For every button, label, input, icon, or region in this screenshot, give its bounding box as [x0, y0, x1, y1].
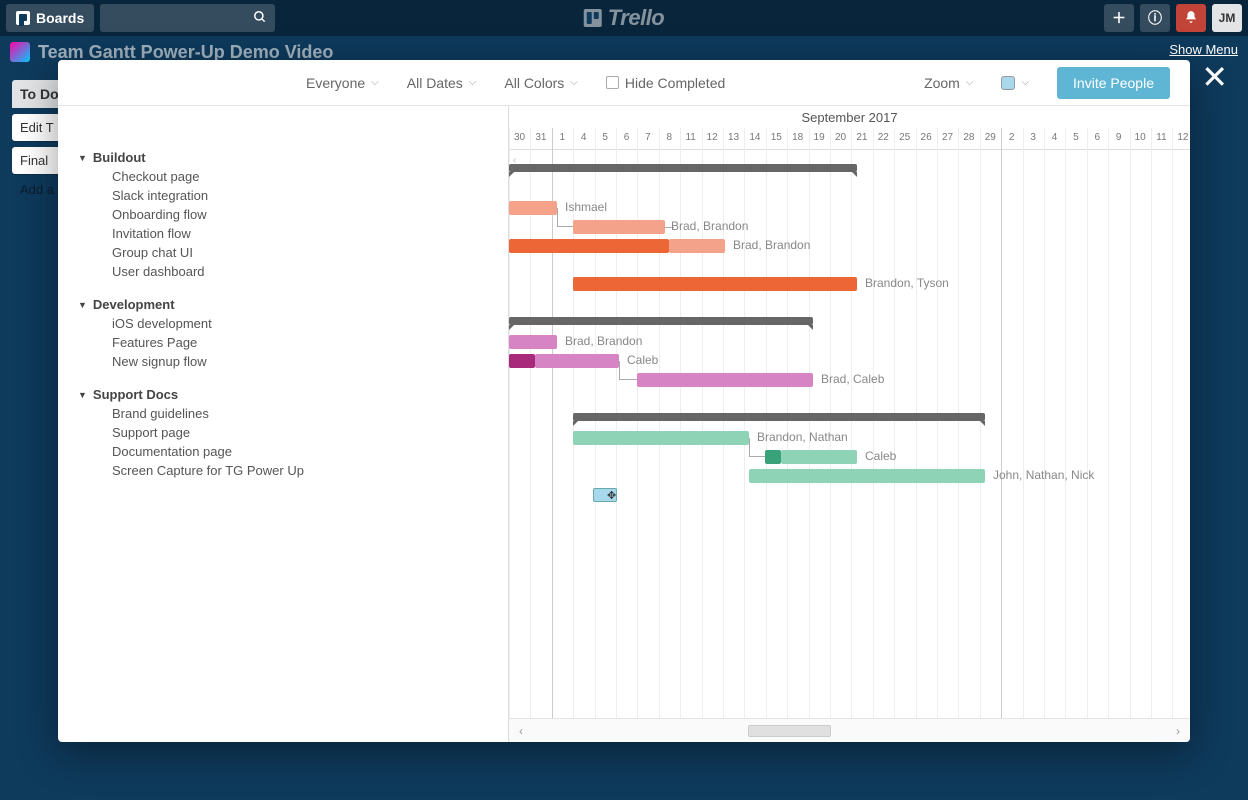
task-sidebar: ▼Buildout Checkout page Slack integratio…: [58, 106, 508, 742]
task-row[interactable]: Features Page: [78, 333, 508, 352]
task-bar[interactable]: [637, 373, 813, 387]
task-row[interactable]: Checkout page: [78, 167, 508, 186]
summary-bar-development[interactable]: [509, 317, 813, 325]
color-picker[interactable]: ⌵: [1001, 76, 1029, 90]
info-icon: ⓘ: [1148, 8, 1162, 28]
task-bar[interactable]: [573, 277, 857, 291]
task-row[interactable]: Slack integration: [78, 186, 508, 205]
chevron-down-icon: ⌵: [570, 77, 578, 88]
timeline[interactable]: September 2017 3031145678111213141518192…: [508, 106, 1190, 742]
task-bar[interactable]: [509, 239, 669, 253]
gantt-toolbar: Everyone⌵ All Dates⌵ All Colors⌵ Hide Co…: [58, 60, 1190, 106]
trello-logo: Trello: [584, 5, 665, 31]
boards-button[interactable]: Boards: [6, 4, 94, 32]
filter-dates[interactable]: All Dates⌵: [407, 75, 477, 91]
gantt-area: ▼Buildout Checkout page Slack integratio…: [58, 106, 1190, 742]
show-menu-link[interactable]: Show Menu: [1169, 42, 1238, 57]
scroll-left-button[interactable]: ‹: [509, 724, 533, 738]
plus-icon: ＋: [1112, 8, 1126, 28]
search-input[interactable]: [100, 4, 275, 32]
collapse-icon: ▼: [78, 300, 87, 310]
add-button[interactable]: ＋: [1104, 4, 1134, 32]
task-row[interactable]: Screen Capture for TG Power Up: [78, 461, 508, 480]
task-bar[interactable]: [535, 354, 619, 368]
hide-completed-toggle[interactable]: Hide Completed: [606, 75, 725, 91]
task-bar[interactable]: [509, 354, 535, 368]
checkbox-icon: [606, 76, 619, 89]
bell-icon: [1184, 10, 1198, 27]
task-row[interactable]: New signup flow: [78, 352, 508, 371]
color-swatch-icon: [1001, 76, 1015, 90]
close-icon: ✕: [1201, 59, 1228, 95]
assignee-label: Caleb: [865, 449, 896, 463]
task-row[interactable]: Invitation flow: [78, 224, 508, 243]
task-row[interactable]: Support page: [78, 423, 508, 442]
summary-bar-buildout[interactable]: [509, 164, 857, 172]
move-cursor-icon: ✥: [607, 489, 616, 502]
task-bar[interactable]: [509, 335, 557, 349]
group-header-support[interactable]: ▼Support Docs: [78, 387, 508, 402]
assignee-label: Brad, Brandon: [733, 238, 810, 252]
task-bar[interactable]: [573, 431, 749, 445]
month-label: September 2017: [509, 110, 1190, 125]
chevron-down-icon: ⌵: [371, 77, 379, 88]
gantt-modal: Everyone⌵ All Dates⌵ All Colors⌵ Hide Co…: [58, 60, 1190, 742]
invite-people-button[interactable]: Invite People: [1057, 67, 1170, 99]
scroll-right-button[interactable]: ›: [1166, 724, 1190, 738]
group-header-development[interactable]: ▼Development: [78, 297, 508, 312]
trello-logo-text: Trello: [608, 5, 665, 31]
assignee-label: Brandon, Tyson: [865, 276, 949, 290]
chevron-down-icon: ⌵: [1021, 77, 1029, 88]
task-row[interactable]: Brand guidelines: [78, 404, 508, 423]
task-row[interactable]: Group chat UI: [78, 243, 508, 262]
assignee-label: Ishmael: [565, 200, 607, 214]
chevron-down-icon: ⌵: [966, 77, 974, 88]
info-button[interactable]: ⓘ: [1140, 4, 1170, 32]
trello-logo-icon: [584, 9, 602, 27]
task-bar[interactable]: [509, 201, 557, 215]
task-bar[interactable]: [749, 469, 985, 483]
assignee-label: Brad, Brandon: [565, 334, 642, 348]
boards-icon: [16, 11, 30, 25]
boards-label: Boards: [36, 10, 84, 26]
search-icon: [253, 10, 267, 27]
assignee-label: John, Nathan, Nick: [993, 468, 1094, 482]
task-bar[interactable]: [781, 450, 857, 464]
user-initials: JM: [1219, 11, 1236, 25]
task-row[interactable]: User dashboard: [78, 262, 508, 281]
task-row[interactable]: Onboarding flow: [78, 205, 508, 224]
scroll-track[interactable]: [533, 725, 1166, 737]
filter-everyone[interactable]: Everyone⌵: [306, 75, 379, 91]
task-bar[interactable]: [765, 450, 781, 464]
app-header: Boards Trello ＋ ⓘ JM: [0, 0, 1248, 36]
zoom-control[interactable]: Zoom⌵: [924, 75, 973, 91]
task-bar[interactable]: [669, 239, 725, 253]
board-color-icon: [10, 42, 30, 62]
collapse-icon: ▼: [78, 390, 87, 400]
close-button[interactable]: ✕: [1201, 58, 1228, 96]
task-row[interactable]: iOS development: [78, 314, 508, 333]
task-bar[interactable]: [573, 220, 665, 234]
assignee-label: Brandon, Nathan: [757, 430, 848, 444]
assignee-label: Brad, Caleb: [821, 372, 884, 386]
user-avatar[interactable]: JM: [1212, 4, 1242, 32]
horizontal-scrollbar[interactable]: ‹ ›: [509, 718, 1190, 742]
task-row[interactable]: Documentation page: [78, 442, 508, 461]
gantt-bars: Ishmael Brad, Brandon Brad, Brandon Bran…: [509, 162, 1190, 506]
summary-bar-support[interactable]: [573, 413, 985, 421]
assignee-label: Caleb: [627, 353, 658, 367]
chevron-down-icon: ⌵: [469, 77, 477, 88]
notifications-button[interactable]: [1176, 4, 1206, 32]
scroll-thumb[interactable]: [748, 725, 830, 737]
group-header-buildout[interactable]: ▼Buildout: [78, 150, 508, 165]
collapse-icon: ▼: [78, 153, 87, 163]
assignee-label: Brad, Brandon: [671, 219, 748, 233]
filter-colors[interactable]: All Colors⌵: [504, 75, 578, 91]
